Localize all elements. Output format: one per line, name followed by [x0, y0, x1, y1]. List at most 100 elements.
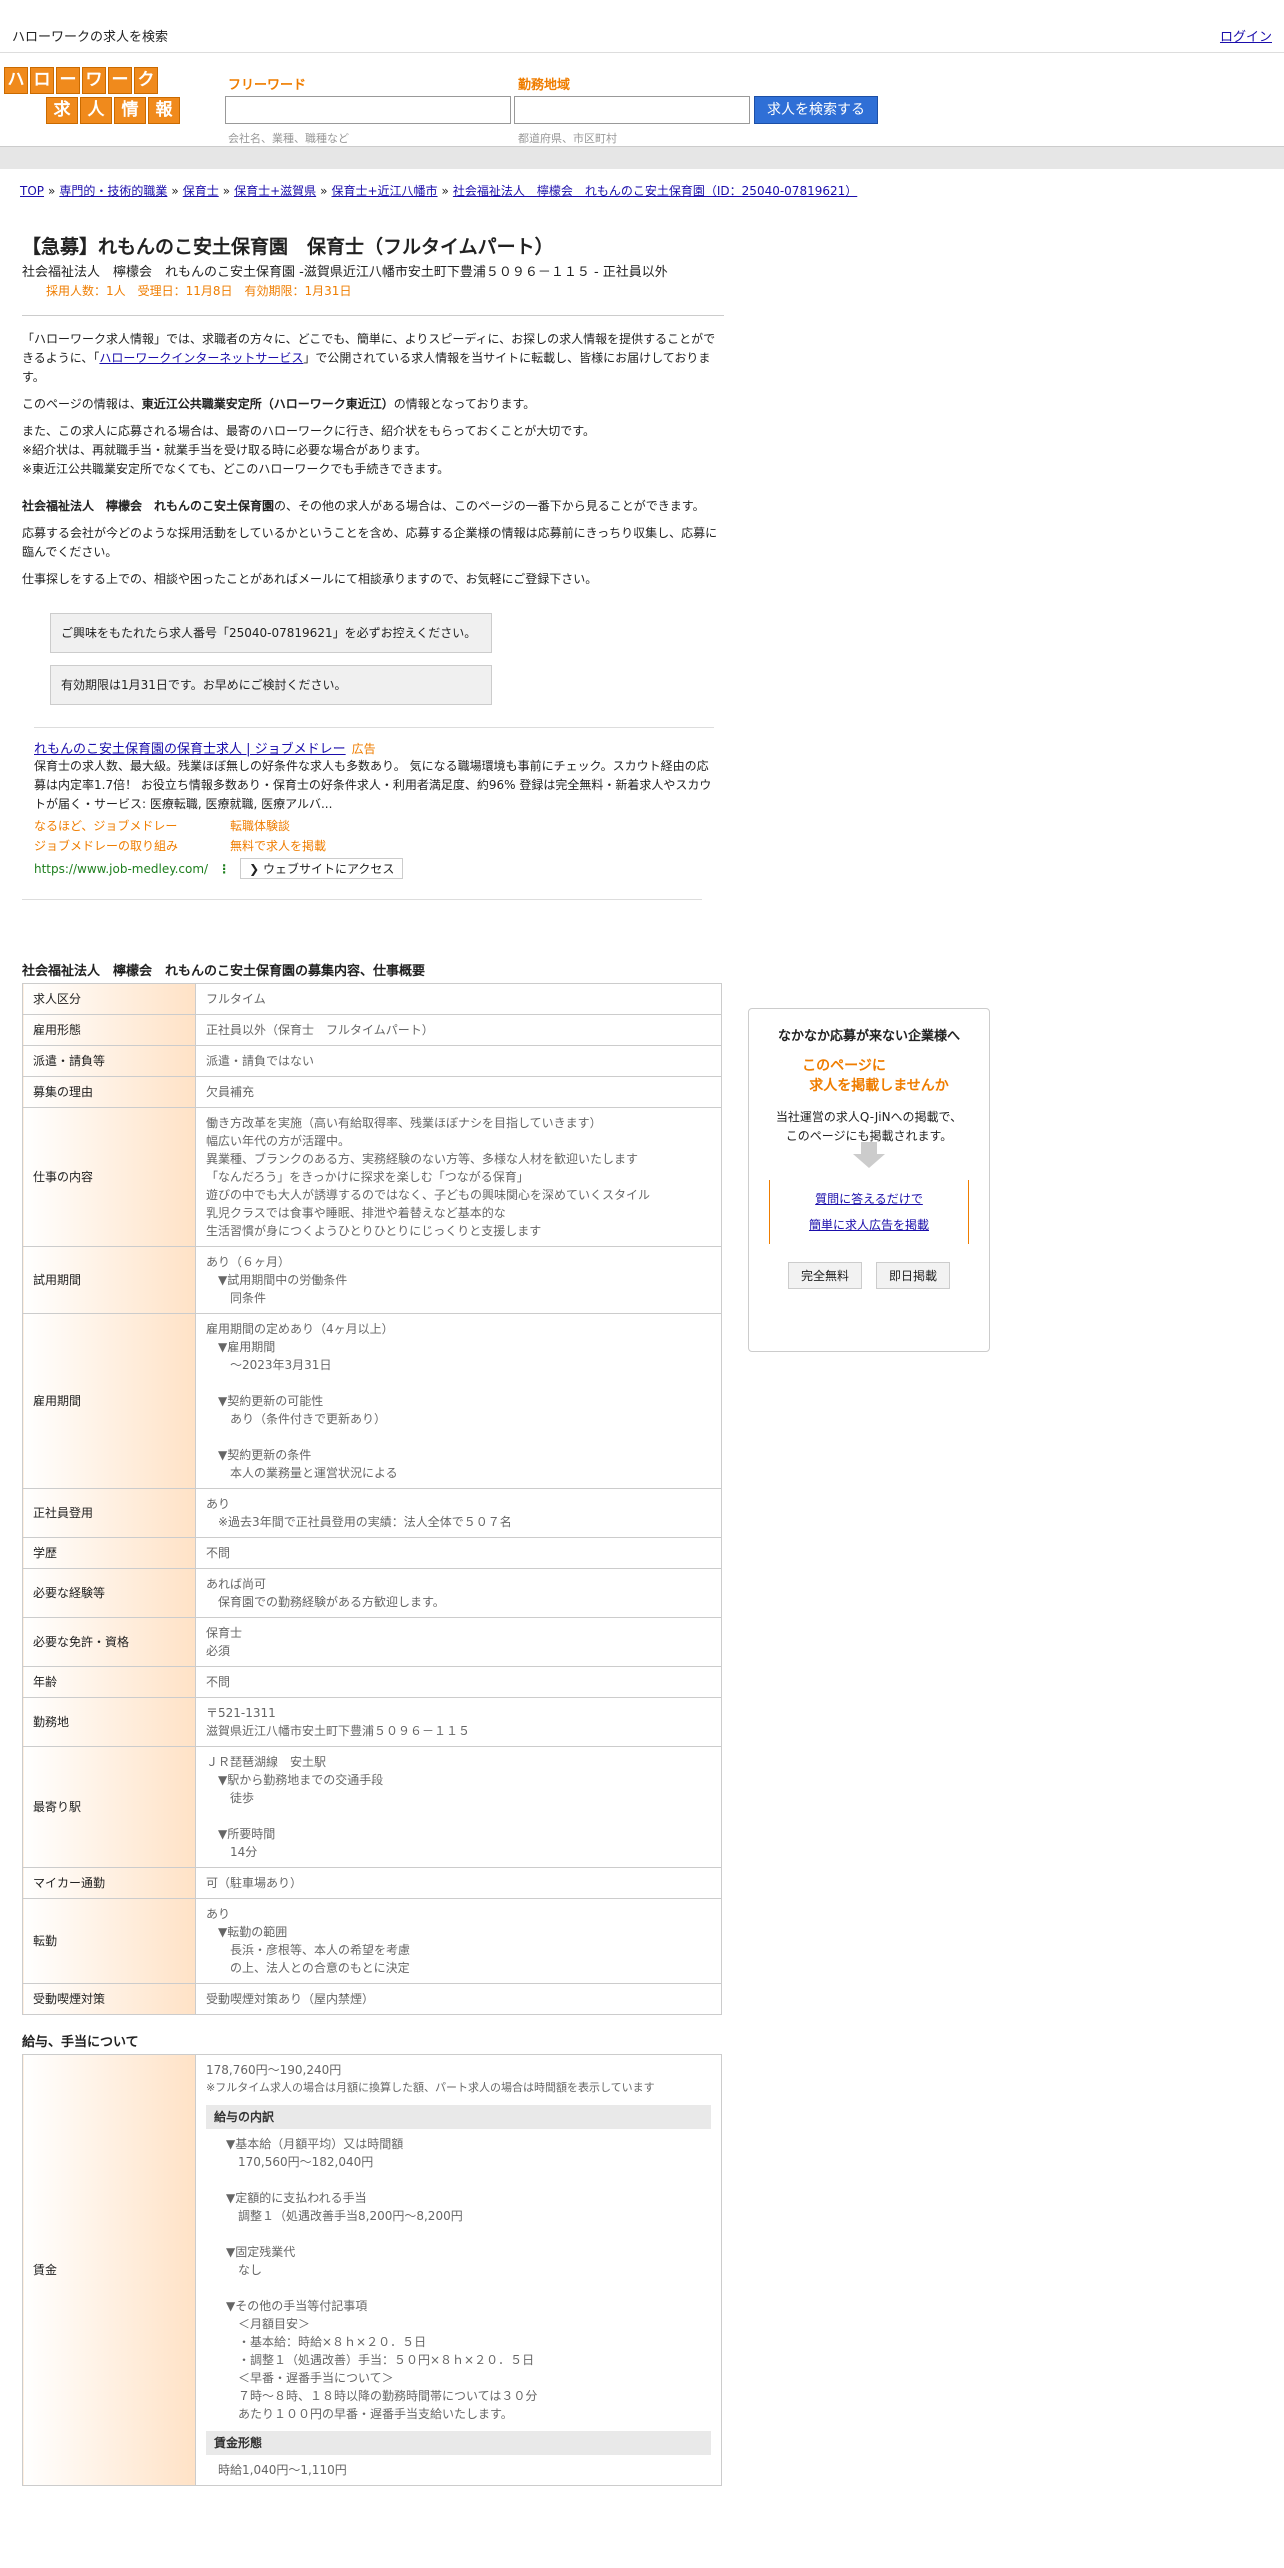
logo-character: ハ: [4, 67, 28, 94]
ad-sitelink[interactable]: なるほど、ジョブメドレー: [34, 816, 230, 836]
table-row: 受動喫煙対策 受動喫煙対策あり（屋内禁煙）: [22, 1983, 722, 2015]
intro-paragraph-2: このページの情報は、東近江公共職業安定所（ハローワーク東近江）の情報となっており…: [22, 397, 536, 411]
row-label: 転勤: [22, 1898, 196, 1984]
row-value: 派遣・請負ではない: [195, 1045, 722, 1077]
breadcrumb: TOP» 専門的・技術的職業» 保育士» 保育士+滋賀県» 保育士+近江八幡市» 社会福祉…: [20, 184, 858, 198]
row-value: あり（６ヶ月） ▼試用期間中の労働条件 同条件: [195, 1246, 722, 1314]
table-row: 正社員登用 あり ※過去3年間で正社員登用の実績：法人全体で５０７名: [22, 1488, 722, 1538]
row-value: フルタイム: [195, 983, 722, 1015]
job-subtitle: 社会福祉法人 檸檬会 れもんのこ安土保育園 -滋賀県近江八幡市安土町下豊浦５０９…: [22, 265, 668, 280]
intro-paragraph-3: また、この求人に応募される場合は、最寄のハローワークに行き、紹介状をもらっておく…: [22, 424, 596, 476]
expiry-note: 有効期限は1月31日です。お早めにご検討ください。: [50, 665, 492, 705]
ad-sitelink[interactable]: 無料で求人を掲載: [230, 836, 430, 856]
logo-character: ー: [108, 67, 132, 94]
row-value: あり ※過去3年間で正社員登用の実績：法人全体で５０７名: [195, 1488, 722, 1538]
row-value: あり ▼転勤の範囲 長浜・彦根等、本人の希望を考慮 の上、法人との合意のもとに決…: [195, 1898, 722, 1984]
area-label: 勤務地域: [518, 78, 571, 93]
sidebar-title: なかなか応募が来ない企業様へ: [777, 1029, 960, 1044]
ad-url[interactable]: https://www.job-medley.com/: [34, 862, 208, 876]
visit-website-button[interactable]: ❯ ウェブサイトにアクセス: [240, 858, 404, 879]
row-value: 不問: [195, 1666, 722, 1698]
sidebar-links: 質問に答えるだけで 簡単に求人広告を掲載: [769, 1180, 969, 1244]
row-value: 正社員以外（保育士 フルタイムパート）: [195, 1014, 722, 1046]
row-label: 最寄り駅: [22, 1746, 196, 1868]
ad-sitelink[interactable]: 転職体験談: [230, 816, 430, 836]
breadcrumb-link[interactable]: TOP: [20, 184, 44, 198]
main-content: 【急募】れもんのこ安土保育園 保育士（フルタイムパート） 社会福祉法人 檸檬会 …: [22, 232, 724, 2486]
header-band: [0, 146, 1284, 169]
ad-sitelinks: なるほど、ジョブメドレー 転職体験談 ジョブメドレーの取り組み 無料で求人を掲載: [34, 816, 714, 856]
freeword-input[interactable]: [225, 96, 511, 124]
divider: [22, 315, 724, 316]
table-row: 賃金 178,760円〜190,240円 ※フルタイム求人の場合は月額に換算した…: [22, 2054, 722, 2486]
salary-breakdown: ▼基本給（月額平均）又は時間額 170,560円〜182,040円 ▼定額的に支払…: [226, 2137, 538, 2421]
breadcrumb-link[interactable]: 保育士+近江八幡市: [331, 184, 437, 198]
arrow-down-icon: [853, 1142, 885, 1168]
row-label: 正社員登用: [22, 1488, 196, 1538]
salary-range: 178,760円〜190,240円: [206, 2063, 342, 2077]
row-label: 仕事の内容: [22, 1107, 196, 1247]
breadcrumb-link[interactable]: 保育士: [183, 184, 219, 198]
table-row: 雇用形態 正社員以外（保育士 フルタイムパート）: [22, 1014, 722, 1046]
logo-character: ー: [56, 67, 80, 94]
table-row: 派遣・請負等 派遣・請負ではない: [22, 1045, 722, 1077]
row-label: 受動喫煙対策: [22, 1983, 196, 2015]
table-row: 年齢 不問: [22, 1666, 722, 1698]
sidebar-link[interactable]: 簡単に求人広告を掲載: [770, 1212, 968, 1238]
login-link[interactable]: ログイン: [1220, 26, 1272, 45]
row-label: マイカー通勤: [22, 1867, 196, 1899]
row-label: 試用期間: [22, 1246, 196, 1314]
table-row: マイカー通勤 可（駐車場あり）: [22, 1867, 722, 1899]
intro-paragraph-4: 社会福祉法人 檸檬会 れもんのこ安土保育園の、その他の求人がある場合は、このペー…: [22, 499, 705, 513]
table-row: 求人区分 フルタイム: [22, 983, 722, 1015]
table-row: 学歴 不問: [22, 1537, 722, 1569]
row-value: 働き方改革を実施（高い有給取得率、残業ほぼナシを目指していきます） 幅広い年代の方…: [195, 1107, 722, 1247]
ad-title-link[interactable]: れもんのこ安土保育園の保育士求人 | ジョブメドレー: [34, 742, 346, 757]
row-value: 保育士 必須: [195, 1617, 722, 1667]
row-value: 雇用期間の定めあり（4ヶ月以上） ▼雇用期間 〜2023年3月31日 ▼契約更新…: [195, 1313, 722, 1489]
freeword-hint: 会社名、業種、職種など: [228, 132, 349, 145]
salary-note: ※フルタイム求人の場合は月額に換算した額、パート求人の場合は時間額を表示していま…: [206, 2081, 655, 2094]
salary-label: 賃金: [22, 2054, 196, 2486]
hellowork-internet-service-link[interactable]: ハローワークインターネットサービス: [99, 351, 303, 365]
row-label: 派遣・請負等: [22, 1045, 196, 1077]
table-row: 雇用期間 雇用期間の定めあり（4ヶ月以上） ▼雇用期間 〜2023年3月31日 ▼…: [22, 1313, 722, 1489]
intro-paragraph-5: 応募する会社が今どのような採用活動をしているかということを含め、応募する企業様の…: [22, 526, 718, 559]
search-button[interactable]: 求人を検索する: [754, 96, 878, 124]
top-bar: ハローワークの求人を検索 ログイン: [0, 0, 1284, 53]
breadcrumb-link[interactable]: 社会福祉法人 檸檬会 れもんのこ安土保育園（ID：25040-07819621）: [453, 184, 857, 198]
row-label: 雇用形態: [22, 1014, 196, 1046]
sidebar-text: 当社運営の求人Q-JiNへの掲載で、 このページにも掲載されます。: [775, 1110, 963, 1143]
ad-url-row: https://www.job-medley.com/ ⋮ ❯ ウェブサイトにア…: [34, 858, 714, 879]
sidebar-ad: なかなか応募が来ない企業様へ このページに 求人を掲載しませんか 当社運営の求人…: [748, 1008, 990, 1352]
breadcrumb-link[interactable]: 保育士+滋賀県: [234, 184, 316, 198]
ad-sitelink[interactable]: ジョブメドレーの取り組み: [34, 836, 230, 856]
row-label: 求人区分: [22, 983, 196, 1015]
job-details-table: 求人区分 フルタイム 雇用形態 正社員以外（保育士 フルタイムパート） 派遣・請負等 派遣…: [22, 983, 722, 2015]
hellowork-logo[interactable]: ハローワーク 求人情報: [4, 67, 180, 124]
table-row: 必要な免許・資格 保育士 必須: [22, 1617, 722, 1667]
details-section-title: 社会福祉法人 檸檬会 れもんのこ安土保育園の募集内容、仕事概要: [22, 964, 426, 979]
table-row: 試用期間 あり（６ヶ月） ▼試用期間中の労働条件 同条件: [22, 1246, 722, 1314]
logo-character: ロ: [30, 67, 54, 94]
divider: [22, 899, 702, 900]
row-label: 年齢: [22, 1666, 196, 1698]
intro-paragraph-1: 「ハローワーク求人情報」では、求職者の方々に、どこでも、簡単に、よりスピーディに…: [22, 332, 716, 384]
table-row: 転勤 あり ▼転勤の範囲 長浜・彦根等、本人の希望を考慮 の上、法人との合意のもと…: [22, 1898, 722, 1984]
row-label: 必要な免許・資格: [22, 1617, 196, 1667]
sidebar-link[interactable]: 質問に答えるだけで: [770, 1186, 968, 1212]
area-input[interactable]: [514, 96, 750, 124]
more-options-icon[interactable]: ⋮: [218, 862, 230, 876]
breadcrumb-link[interactable]: 専門的・技術的職業: [59, 184, 167, 198]
salary-breakdown-head: 給与の内訳: [206, 2105, 711, 2129]
row-value: あれば尚可 保育園での勤務経験がある方歓迎します。: [195, 1568, 722, 1618]
same-day-button[interactable]: 即日掲載: [876, 1262, 951, 1289]
salary-form-head: 賃金形態: [206, 2431, 711, 2455]
logo-character: ワ: [82, 67, 106, 94]
table-row: 勤務地 〒521-1311 滋賀県近江八幡市安土町下豊浦５０９６－１１５: [22, 1697, 722, 1747]
table-row: 必要な経験等 あれば尚可 保育園での勤務経験がある方歓迎します。: [22, 1568, 722, 1618]
logo-character: 人: [80, 97, 112, 124]
free-button[interactable]: 完全無料: [787, 1262, 862, 1289]
intro-paragraph-6: 仕事探しをする上での、相談や困ったことがあればメールにて相談承りますので、お気軽…: [22, 572, 598, 586]
ad-block: れもんのこ安土保育園の保育士求人 | ジョブメドレー 広告 保育士の求人数、最大級…: [34, 727, 714, 879]
